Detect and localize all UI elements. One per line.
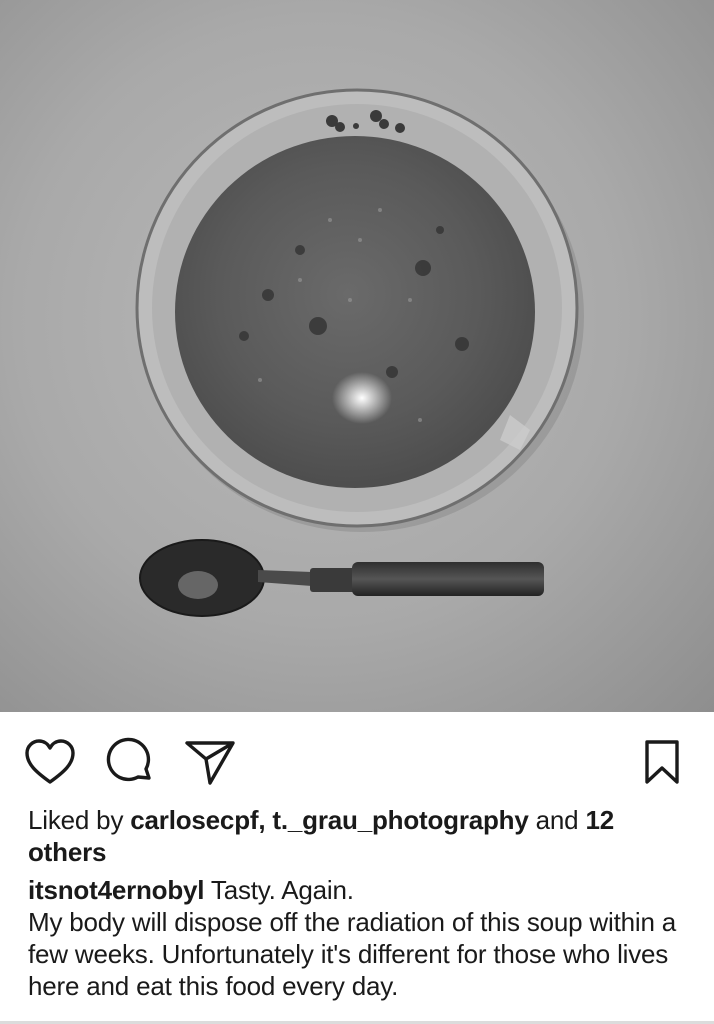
likes-prefix: Liked by — [28, 805, 131, 835]
likes-summary[interactable]: Liked by carlosecpf, t._grau_photography… — [28, 804, 688, 868]
comment-button[interactable] — [104, 736, 156, 788]
liker-username-2[interactable]: t._grau_photography — [272, 805, 528, 835]
save-button[interactable] — [636, 736, 688, 788]
soup-photo-illustration — [135, 88, 584, 617]
bookmark-icon — [645, 740, 679, 784]
likes-separator: , — [258, 805, 273, 835]
light-reflection — [332, 372, 392, 424]
likes-and: and — [528, 805, 586, 835]
spoon — [139, 539, 544, 617]
like-button[interactable] — [24, 736, 76, 788]
caption-body: My body will dispose off the radiation o… — [28, 907, 676, 1001]
post-caption-area: Liked by carlosecpf, t._grau_photography… — [28, 804, 688, 1002]
comment-icon — [106, 737, 151, 782]
caption-first-text: Tasty. Again. — [204, 875, 354, 905]
liker-username-1[interactable]: carlosecpf — [130, 805, 258, 835]
send-icon — [185, 741, 235, 785]
heart-icon — [25, 739, 75, 784]
caption-first-line: itsnot4ernobyl Tasty. Again. — [28, 874, 688, 906]
caption-username[interactable]: itsnot4ernobyl — [28, 875, 205, 905]
post-action-bar — [0, 712, 714, 808]
post-photo[interactable] — [0, 0, 714, 712]
share-button[interactable] — [184, 736, 236, 788]
soup — [175, 136, 535, 488]
